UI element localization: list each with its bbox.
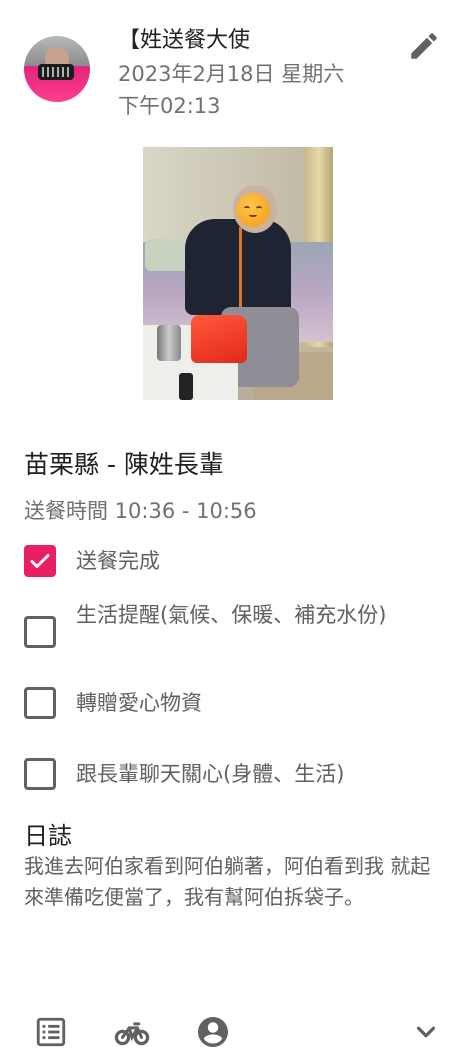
- list-button[interactable]: [31, 1012, 71, 1052]
- log-title: 日誌: [24, 822, 72, 850]
- checklist-label-chat-care: 跟長輩聊天關心(身體、生活): [76, 762, 345, 786]
- checkbox-delivery-complete[interactable]: [24, 545, 56, 577]
- expand-button[interactable]: [406, 1012, 446, 1052]
- post-date: 2023年2月18日 星期六: [118, 62, 345, 86]
- edit-button[interactable]: [404, 26, 444, 66]
- checkbox-chat-care[interactable]: [24, 758, 56, 790]
- visit-place: 苗栗縣 - 陳姓長輩: [24, 450, 224, 479]
- photo-can: [157, 325, 181, 361]
- photo-jacket-zipper: [239, 227, 242, 313]
- list-icon: [36, 1017, 66, 1047]
- delivery-photo[interactable]: [143, 147, 333, 400]
- photo-person-jacket: [185, 219, 291, 315]
- emoji-mouth: [249, 213, 257, 217]
- checkbox-life-reminder[interactable]: [24, 616, 56, 648]
- delivery-time-range: 送餐時間 10:36 - 10:56: [24, 499, 257, 523]
- checklist-label-delivery-complete: 送餐完成: [76, 549, 160, 573]
- photo-red-bag: [191, 315, 247, 363]
- emoji-face-blur: [236, 193, 270, 227]
- log-text: 我進去阿伯家看到阿伯躺著，阿伯看到我 就起來準備吃便當了，我有幫阿伯拆袋子。: [24, 854, 431, 909]
- photo-phone: [179, 373, 193, 400]
- checkmark-icon: [30, 554, 50, 568]
- checklist-label-donated-supplies: 轉贈愛心物資: [76, 691, 202, 715]
- account-icon: [198, 1017, 228, 1047]
- delivery-button[interactable]: [112, 1012, 152, 1052]
- pencil-icon: [411, 33, 437, 59]
- profile-button[interactable]: [193, 1012, 233, 1052]
- chevron-down-icon: [416, 1026, 436, 1038]
- post-time: 下午02:13: [118, 94, 221, 118]
- avatar: [24, 36, 90, 102]
- checkbox-donated-supplies[interactable]: [24, 687, 56, 719]
- poster-name: 【姓送餐大使: [118, 28, 251, 53]
- bike-icon: [114, 1022, 150, 1046]
- avatar-mask-pattern: [42, 67, 70, 77]
- checklist-label-life-reminder: 生活提醒(氣候、保暖、補充水份): [76, 603, 387, 627]
